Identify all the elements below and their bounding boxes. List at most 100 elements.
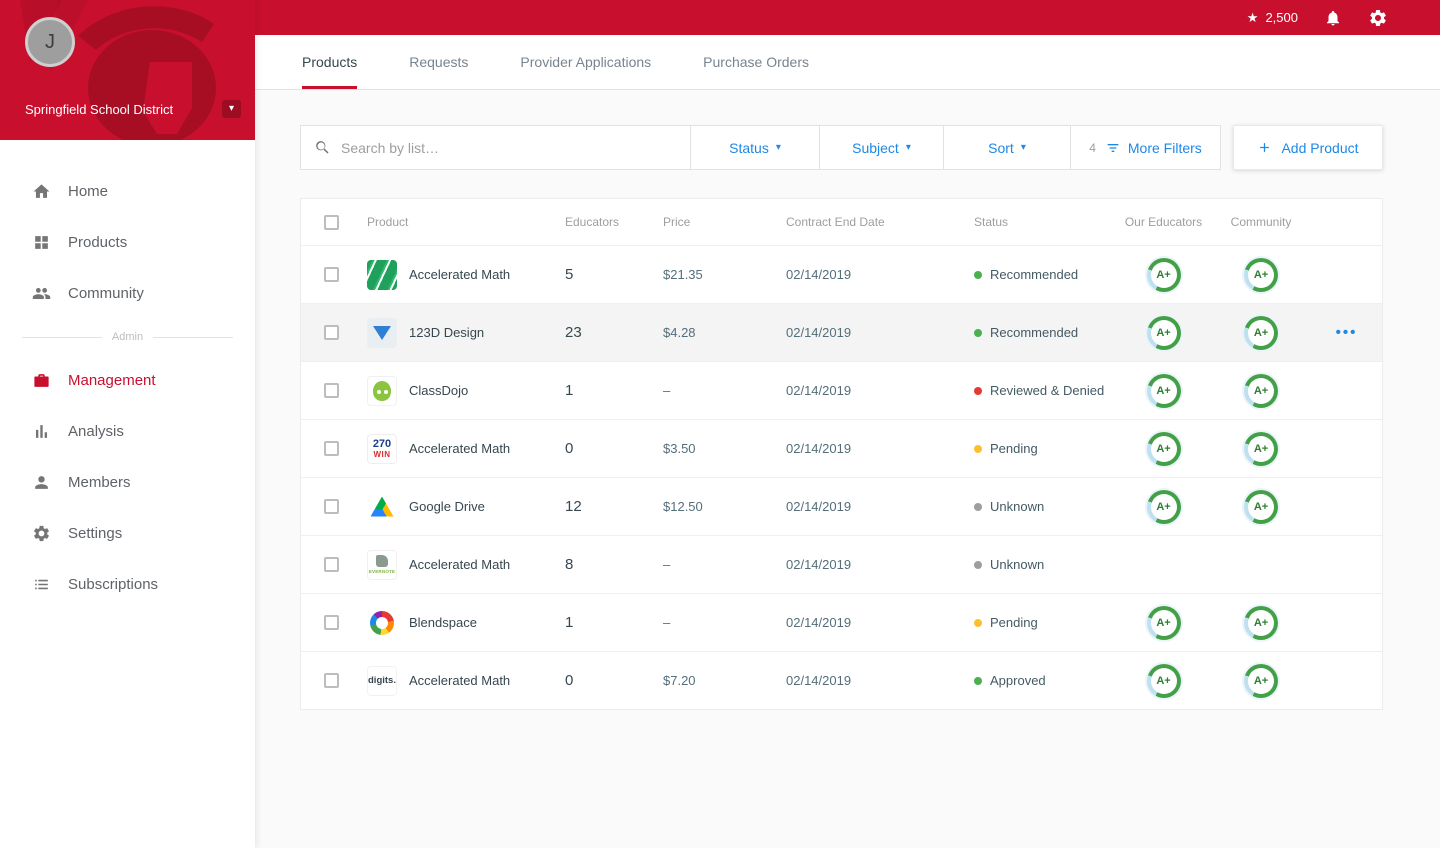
row-checkbox[interactable] [323,267,339,282]
sidebar-item-subscriptions[interactable]: Subscriptions [0,559,255,610]
column-header-contract-end-date: Contract End Date [786,215,885,229]
contract-end-date: 02/14/2019 [786,615,852,630]
grade-value: A+ [1248,377,1274,404]
column-header-price: Price [663,215,691,229]
row-actions-menu[interactable]: ••• [1336,324,1358,341]
classdojo-logo [367,375,397,406]
row-checkbox[interactable] [323,673,339,688]
123d-design-logo [367,317,397,348]
tab-requests[interactable]: Requests [409,35,468,89]
product-logo-slot: 270 WIN [367,433,397,464]
community-grade-cell: A+ [1211,431,1311,466]
sidebar-item-settings[interactable]: Settings [0,508,255,559]
filters-count-badge: 4 [1089,140,1096,155]
table-row[interactable]: 270 WIN Accelerated Math 0 $3.50 02/14/20… [301,419,1382,477]
contract-end-date: 02/14/2019 [786,441,852,456]
tab-purchase-orders[interactable]: Purchase Orders [703,35,809,89]
row-checkbox[interactable] [323,325,339,340]
our-educators-grade-cell: A+ [1116,431,1211,466]
grade-value: A+ [1150,261,1177,288]
products-table: Product Educators Price Contract End Dat… [300,198,1383,710]
filters-toolbar: Status ▾ Subject ▾ Sort ▾ 4 More Filters… [300,125,1383,170]
table-row[interactable]: 123D Design 23 $4.28 02/14/2019 Recommen… [301,303,1382,361]
grade-value: A+ [1150,493,1177,520]
contract-end-date: 02/14/2019 [786,557,852,572]
sidebar-item-management[interactable]: Management [0,355,255,406]
status-dot [974,676,982,685]
row-checkbox[interactable] [323,557,339,572]
filter-label: Sort [988,139,1014,156]
price: $7.20 [663,673,696,688]
chevron-down-icon: ▾ [1020,142,1026,153]
grid-icon [30,233,52,252]
add-product-label: Add Product [1281,139,1359,156]
table-row[interactable]: Blendspace 1 – 02/14/2019 Pending A+ A+ … [301,593,1382,651]
price: – [663,615,671,630]
status-label: Pending [990,615,1038,630]
contract-end-date: 02/14/2019 [786,383,852,398]
row-checkbox[interactable] [323,615,339,630]
educators-count: 0 [565,672,574,689]
grade-badge: A+ [1146,663,1181,698]
our-educators-grade-cell: A+ [1116,257,1211,292]
our-educators-grade-cell: A+ [1116,315,1211,350]
select-all-checkbox[interactable] [323,214,339,230]
add-product-button[interactable]: Add Product [1233,125,1383,170]
district-dropdown-button[interactable]: ▾ [222,100,241,118]
tab-provider-applications[interactable]: Provider Applications [520,35,651,89]
sidebar-item-home[interactable]: Home [0,166,255,217]
table-row[interactable]: ClassDojo 1 – 02/14/2019 Reviewed & Deni… [301,361,1382,419]
grade-value: A+ [1248,609,1274,636]
sidebar-item-products[interactable]: Products [0,217,255,268]
price: – [663,557,671,572]
product-logo-slot [367,317,397,348]
table-row[interactable]: digits. Accelerated Math 0 $7.20 02/14/2… [301,651,1382,709]
educators-count: 1 [565,382,574,399]
status-filter-dropdown[interactable]: Status ▾ [690,125,820,170]
community-grade-cell: A+ [1211,373,1311,408]
tab-products[interactable]: Products [302,35,358,89]
sidebar-item-members[interactable]: Members [0,457,255,508]
table-row[interactable]: EVERNOTE Accelerated Math 8 – 02/14/2019… [301,535,1382,593]
sidebar-item-label: Home [68,183,109,200]
sidebar-item-label: Products [68,234,128,251]
tabs-bar: Products Requests Provider Applications … [255,35,1440,90]
status-dot [974,328,982,337]
table-row[interactable]: Google Drive 12 $12.50 02/14/2019 Unknow… [301,477,1382,535]
table-row[interactable]: Accelerated Math 5 $21.35 02/14/2019 Rec… [301,245,1382,303]
status-dot [974,618,982,627]
district-name: Springfield School District [25,101,174,117]
search-input[interactable] [341,139,677,156]
row-checkbox[interactable] [323,499,339,514]
price: – [663,383,671,398]
person-icon [30,473,52,492]
subject-filter-dropdown[interactable]: Subject ▾ [819,125,944,170]
educators-count: 1 [565,614,574,631]
main-content: Products Requests Provider Applications … [255,0,1440,710]
search-box[interactable] [300,125,691,170]
status-dot [974,444,982,453]
educators-count: 8 [565,556,574,573]
table-header: Product Educators Price Contract End Dat… [301,199,1382,245]
product-name: Blendspace [409,615,477,630]
column-header-status: Status [974,215,1009,229]
row-checkbox[interactable] [323,383,339,398]
our-educators-grade-cell: A+ [1116,373,1211,408]
avatar[interactable]: J [25,17,75,67]
sidebar-item-community[interactable]: Community [0,268,255,319]
price: $4.28 [663,325,696,340]
sidebar-item-analysis[interactable]: Analysis [0,406,255,457]
row-checkbox[interactable] [323,441,339,456]
community-grade-cell: A+ [1211,663,1311,698]
more-filters-button[interactable]: 4 More Filters [1070,125,1221,170]
tab-label: Products [302,54,358,70]
settings-gear-icon[interactable] [1368,8,1388,28]
evernote-logo: EVERNOTE [367,549,397,580]
column-header-our-educators: Our Educators [1124,215,1203,229]
points-indicator[interactable]: ★ 2,500 [1247,10,1298,25]
price: $21.35 [663,267,703,282]
notifications-bell-icon[interactable] [1324,9,1342,27]
sort-dropdown[interactable]: Sort ▾ [943,125,1071,170]
grade-value: A+ [1248,261,1274,288]
blendspace-logo [367,607,397,638]
